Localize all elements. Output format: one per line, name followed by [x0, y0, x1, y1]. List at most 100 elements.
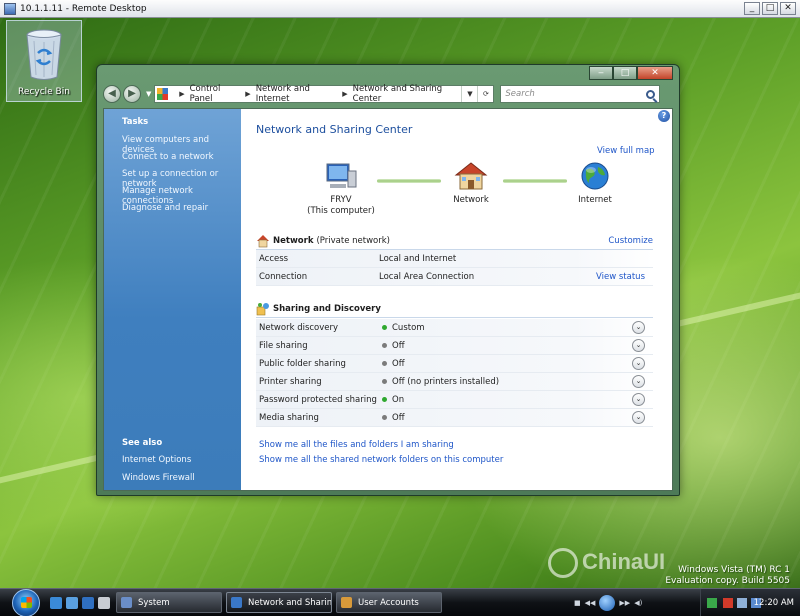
- address-bar-actions: ▼ ⟳: [461, 86, 493, 102]
- row-label: Printer sharing: [259, 376, 322, 387]
- task-diagnose-and-repair[interactable]: Diagnose and repair: [122, 203, 208, 213]
- tasks-heading: Tasks: [122, 117, 149, 127]
- row-label: Media sharing: [259, 412, 319, 423]
- sharing-row-printer-sharing: Printer sharing Off (no printers install…: [256, 373, 653, 391]
- taskbar-button-label: User Accounts: [358, 597, 419, 608]
- breadcrumb-network-and-internet[interactable]: Network and Internet: [256, 84, 338, 104]
- expand-chevron-icon[interactable]: ⌄: [632, 339, 645, 352]
- see-also-internet-options[interactable]: Internet Options: [122, 455, 191, 465]
- recent-pages-dropdown[interactable]: ▼: [146, 90, 151, 98]
- watermark-logo-icon: [548, 548, 578, 578]
- tray-status-icon[interactable]: [707, 598, 717, 608]
- expand-chevron-icon[interactable]: ⌄: [632, 393, 645, 406]
- house-icon: [454, 162, 488, 190]
- breadcrumb-separator[interactable]: ▶: [179, 90, 184, 98]
- refresh-button[interactable]: ⟳: [477, 86, 493, 102]
- network-sharing-window: ‒ □ ✕ ◀ ▶ ▼ ▶ Control Panel ▶ Network an…: [96, 64, 680, 496]
- search-icon[interactable]: [646, 89, 656, 99]
- recycle-bin-icon: [26, 29, 62, 80]
- recycle-bin[interactable]: Recycle Bin: [6, 20, 82, 102]
- taskbar-button-system[interactable]: System: [116, 592, 222, 613]
- address-dropdown-button[interactable]: ▼: [461, 86, 477, 102]
- rd-minimize-button[interactable]: _: [744, 2, 760, 15]
- media-play-icon[interactable]: [599, 595, 616, 611]
- network-type: (Private network): [316, 235, 390, 246]
- customize-link[interactable]: Customize: [608, 236, 653, 246]
- computer-subtitle: (This computer): [307, 206, 375, 216]
- security-center-icon[interactable]: [723, 598, 733, 608]
- address-bar[interactable]: ▶ Control Panel ▶ Network and Internet ▶…: [154, 84, 495, 104]
- view-full-map-link[interactable]: View full map: [597, 146, 655, 156]
- sharing-section-title: Sharing and Discovery: [273, 303, 381, 314]
- maximize-button[interactable]: □: [613, 66, 637, 80]
- row-value: Custom: [392, 322, 425, 333]
- house-icon: [257, 234, 269, 247]
- row-label: Password protected sharing: [259, 394, 377, 405]
- map-node-network[interactable]: Network: [437, 161, 505, 206]
- taskbar-button-user-accounts[interactable]: User Accounts: [336, 592, 442, 613]
- breadcrumb-control-panel[interactable]: Control Panel: [190, 84, 241, 104]
- search-input[interactable]: Search: [505, 89, 534, 99]
- window-controls: ‒ □ ✕: [589, 66, 673, 80]
- row-label: File sharing: [259, 340, 308, 351]
- internet-explorer-icon[interactable]: [82, 597, 94, 609]
- rd-close-button[interactable]: ✕: [780, 2, 796, 15]
- media-volume-button[interactable]: ◀): [634, 599, 642, 607]
- network-icon: [231, 597, 242, 608]
- clock[interactable]: 12:20 AM: [754, 598, 794, 608]
- sharing-icon: [256, 302, 269, 315]
- remote-desktop-title: 10.1.1.11 - Remote Desktop: [20, 3, 147, 14]
- minimize-button[interactable]: ‒: [589, 66, 613, 80]
- see-also-heading: See also: [122, 438, 163, 448]
- see-also-windows-firewall[interactable]: Windows Firewall: [122, 473, 195, 483]
- control-panel-icon: [157, 88, 169, 100]
- media-player-icon[interactable]: [98, 597, 110, 609]
- show-desktop-icon[interactable]: [50, 597, 62, 609]
- forward-button[interactable]: ▶: [123, 85, 141, 103]
- remote-desktop-controls: _ □ ✕: [744, 2, 796, 15]
- remote-desktop-icon: [4, 2, 16, 15]
- rd-maximize-button[interactable]: □: [762, 2, 778, 15]
- sharing-row-password-protected-sharing: Password protected sharing On ⌄: [256, 391, 653, 409]
- expand-chevron-icon[interactable]: ⌄: [632, 321, 645, 334]
- close-button[interactable]: ✕: [637, 66, 673, 80]
- taskbar-button-label: System: [138, 597, 170, 608]
- notification-area: 12:20 AM: [700, 589, 800, 616]
- volume-icon[interactable]: [737, 598, 747, 608]
- status-off-icon: [382, 379, 387, 384]
- media-stop-button[interactable]: ■: [574, 599, 581, 607]
- sharing-row-public-folder-sharing: Public folder sharing Off ⌄: [256, 355, 653, 373]
- user-accounts-icon: [341, 597, 352, 608]
- network-row-access: Access Local and Internet: [256, 250, 653, 268]
- show-shared-files-link[interactable]: Show me all the files and folders I am s…: [259, 440, 454, 450]
- watermark: ChinaUI: [548, 548, 665, 578]
- status-on-icon: [382, 397, 387, 402]
- map-node-internet[interactable]: Internet: [561, 161, 629, 206]
- row-label: Network discovery: [259, 322, 339, 333]
- breadcrumb-separator[interactable]: ▶: [245, 90, 250, 98]
- map-connector-network-internet: [503, 179, 567, 183]
- expand-chevron-icon[interactable]: ⌄: [632, 357, 645, 370]
- media-previous-button[interactable]: ◀◀: [585, 599, 596, 607]
- switch-windows-icon[interactable]: [66, 597, 78, 609]
- start-button[interactable]: [12, 589, 40, 616]
- network-section-title: Network: [273, 235, 314, 246]
- view-status-link[interactable]: View status: [596, 272, 645, 282]
- expand-chevron-icon[interactable]: ⌄: [632, 375, 645, 388]
- sharing-row-network-discovery: Network discovery Custom ⌄: [256, 319, 653, 337]
- show-shared-folders-link[interactable]: Show me all the shared network folders o…: [259, 455, 503, 465]
- media-next-button[interactable]: ▶▶: [619, 599, 630, 607]
- version-line-1: Windows Vista (TM) RC 1: [678, 565, 790, 575]
- breadcrumb-separator[interactable]: ▶: [342, 90, 347, 98]
- search-box[interactable]: Search: [500, 85, 661, 103]
- expand-chevron-icon[interactable]: ⌄: [632, 411, 645, 424]
- back-button[interactable]: ◀: [103, 85, 121, 103]
- sharing-row-file-sharing: File sharing Off ⌄: [256, 337, 653, 355]
- breadcrumb-network-and-sharing-center[interactable]: Network and Sharing Center: [353, 84, 462, 104]
- taskbar-button-network-and-sharing[interactable]: Network and Sharin...: [226, 592, 332, 613]
- help-icon[interactable]: ?: [658, 110, 670, 122]
- task-connect-to-a-network[interactable]: Connect to a network: [122, 152, 214, 162]
- map-node-computer[interactable]: FRYV (This computer): [301, 161, 381, 217]
- computer-name: FRYV: [330, 195, 352, 205]
- window-body: Tasks View computers and devices Connect…: [103, 108, 673, 491]
